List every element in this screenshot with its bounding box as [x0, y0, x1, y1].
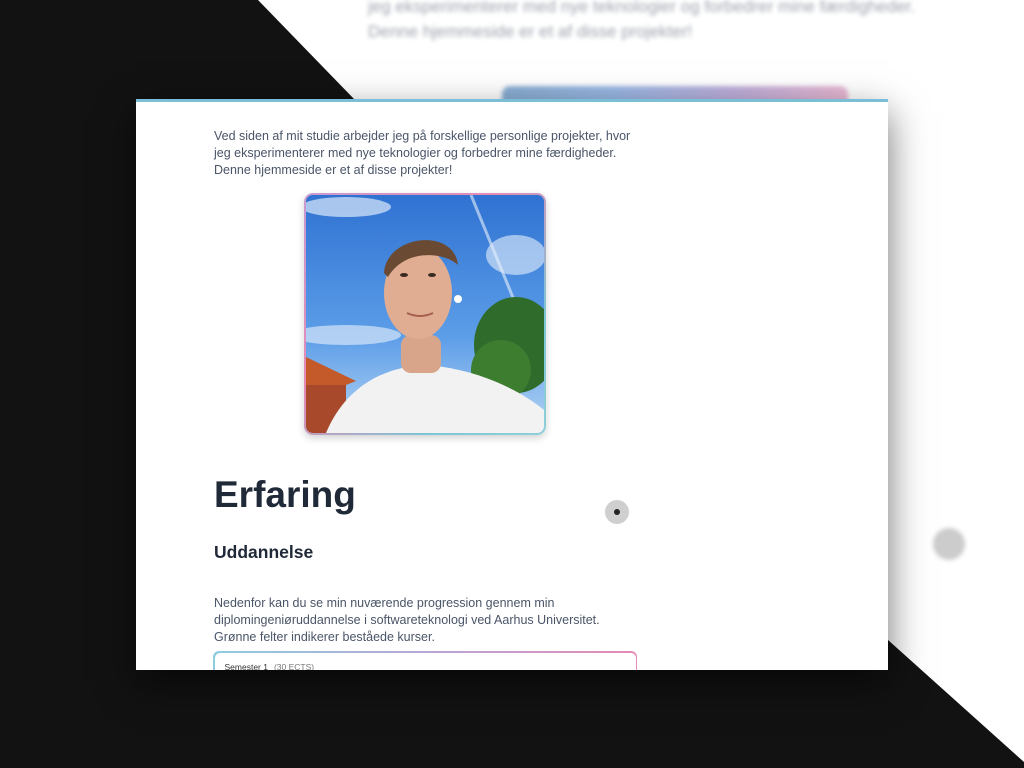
- profile-photo: [306, 195, 544, 433]
- intro-paragraph: Ved siden af mit studie arbejder jeg på …: [214, 128, 631, 177]
- cursor-indicator: [605, 500, 629, 524]
- semester-card[interactable]: Semester 1 (30 ECTS): [213, 651, 637, 670]
- semester-ects: (30 ECTS): [273, 661, 315, 671]
- page-card: Ved siden af mit studie arbejder jeg på …: [136, 99, 888, 670]
- section-subheading: Uddannelse: [214, 542, 314, 562]
- semester-label: Semester 1: [224, 661, 268, 671]
- education-description: Nedenfor kan du se min nuværende progres…: [214, 595, 600, 644]
- profile-photo-frame: [304, 193, 546, 435]
- backdrop-text-line: jeg eksperimenterer med nye teknologier …: [368, 0, 916, 16]
- backdrop-cursor-dot: [933, 528, 965, 560]
- profile-photo-illustration: [306, 195, 544, 433]
- backdrop-text: jeg eksperimenterer med nye teknologier …: [368, 0, 968, 44]
- backdrop-text-line: Denne hjemmeside er et af disse projekte…: [368, 22, 693, 41]
- section-heading: Erfaring: [214, 474, 356, 515]
